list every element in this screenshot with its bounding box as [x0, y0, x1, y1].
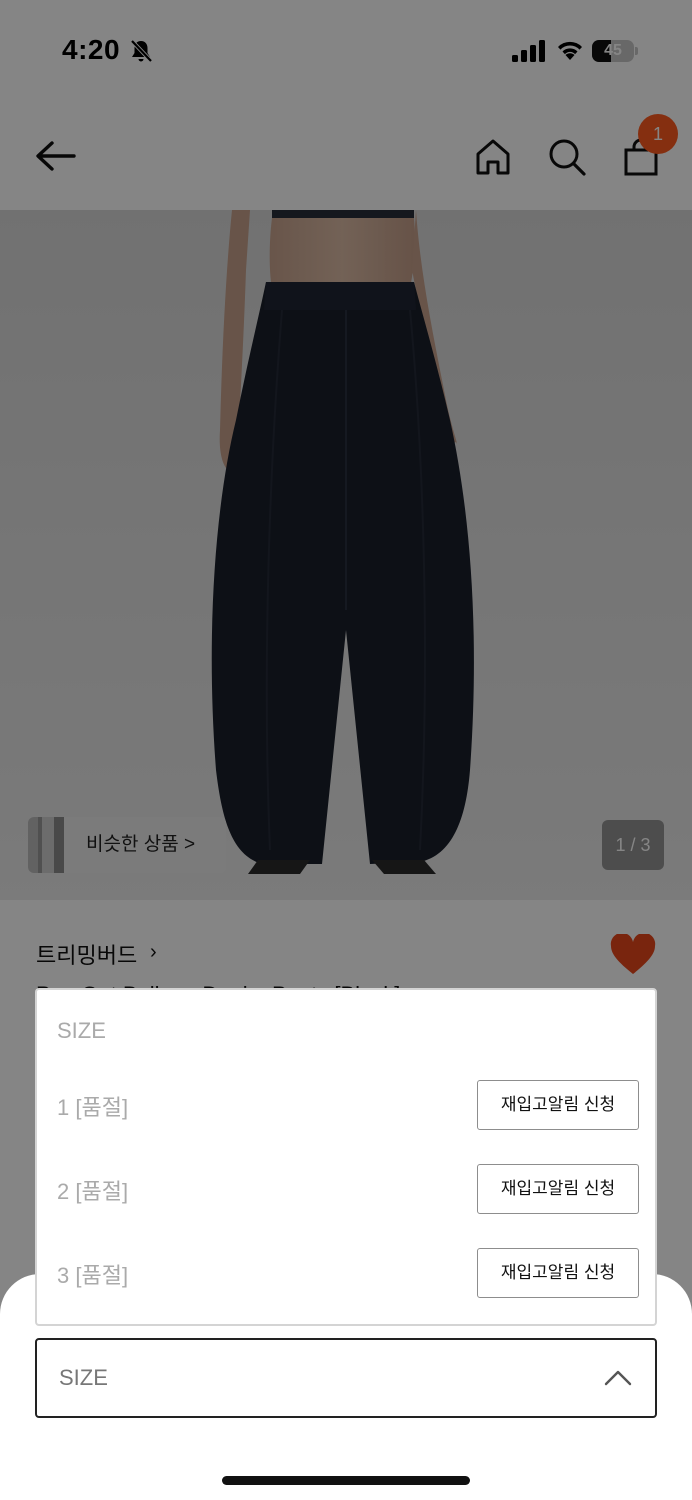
restock-alert-button[interactable]: 재입고알림 신청 [477, 1248, 639, 1298]
size-option-row: 2 [품절] 재입고알림 신청 [37, 1150, 655, 1234]
home-indicator [222, 1476, 470, 1485]
restock-alert-button[interactable]: 재입고알림 신청 [477, 1164, 639, 1214]
size-option-label: 2 [품절] [57, 1179, 129, 1204]
size-option-row: 1 [품절] 재입고알림 신청 [37, 1066, 655, 1150]
size-option-row: 3 [품절] 재입고알림 신청 [37, 1234, 655, 1318]
size-option-label: 1 [품절] [57, 1095, 129, 1120]
chevron-up-icon [604, 1370, 632, 1386]
size-dropdown-header: SIZE [57, 1018, 106, 1043]
size-option-label: 3 [품절] [57, 1263, 129, 1288]
size-select-label: SIZE [59, 1365, 108, 1390]
restock-alert-button[interactable]: 재입고알림 신청 [477, 1080, 639, 1130]
size-dropdown-list: SIZE 1 [품절] 재입고알림 신청 2 [품절] 재입고알림 신청 3 [… [35, 988, 657, 1326]
size-select[interactable]: SIZE [35, 1338, 657, 1418]
